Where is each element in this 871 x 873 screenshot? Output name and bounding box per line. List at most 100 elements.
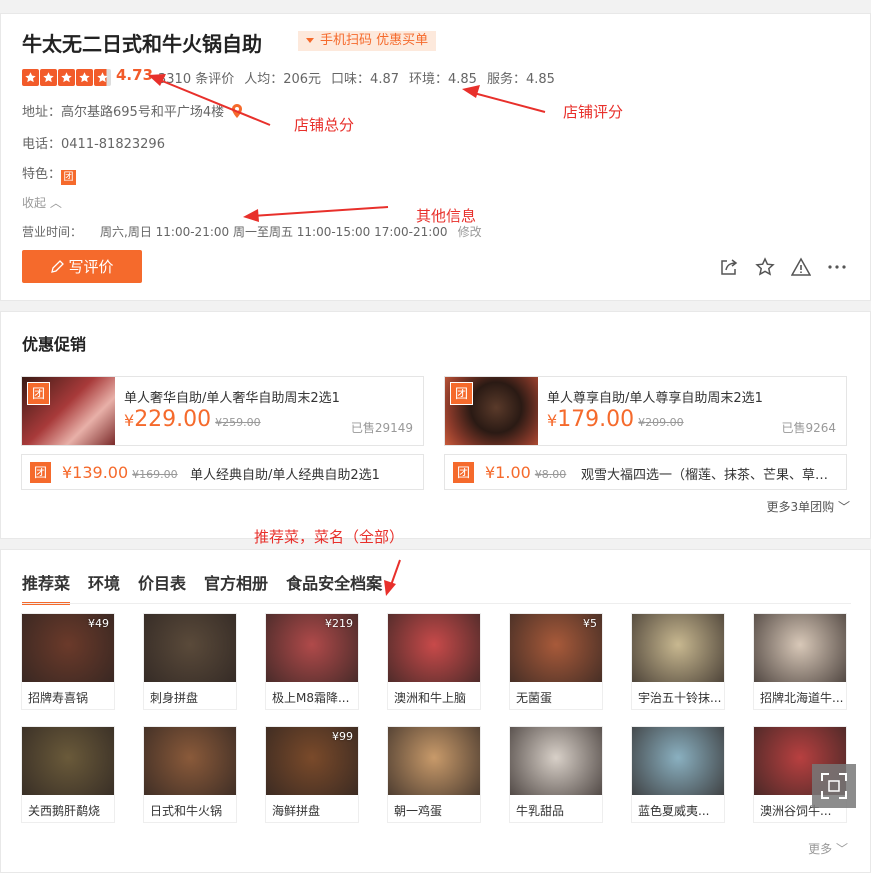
warning-report-icon[interactable] xyxy=(791,257,811,277)
dish-image xyxy=(510,727,602,795)
dish-name: 招牌寿喜锅 xyxy=(28,691,89,705)
star-favorite-icon[interactable] xyxy=(755,257,775,277)
dish-image xyxy=(388,727,480,795)
dish-item[interactable]: 牛乳甜品 xyxy=(509,726,603,823)
deal-price-value: 229.00 xyxy=(134,407,212,432)
more-dishes-label: 更多 xyxy=(808,842,833,856)
dish-item[interactable]: 朝一鸡蛋 xyxy=(387,726,481,823)
annotation-other-info: 其他信息 xyxy=(416,207,477,225)
deal-currency: ¥ xyxy=(124,411,135,430)
taste-score: 口味：4.87 xyxy=(331,72,399,87)
dish-name: 澳洲和牛上脑 xyxy=(394,691,467,705)
star-icon xyxy=(40,69,57,86)
deal-row[interactable]: 团 ¥139.00 ¥169.00 单人经典自助/单人经典自助2选1 xyxy=(21,454,424,490)
dish-image xyxy=(754,614,846,682)
chevron-up-icon: ︿ xyxy=(49,196,62,210)
tab-divider xyxy=(22,603,851,604)
group-buy-badge: 团 xyxy=(61,170,77,185)
dish-item[interactable]: 招牌北海道牛... xyxy=(753,613,847,710)
deal-price: ¥1.00 ¥8.00 xyxy=(485,463,566,482)
annotation-dish-note: 推荐菜，菜名（全部） xyxy=(254,528,405,546)
star-icon xyxy=(58,69,75,86)
address-label: 地址： xyxy=(22,105,62,120)
dish-item[interactable]: ¥99 海鲜拼盘 xyxy=(265,726,359,823)
feature-line: 特色：团 xyxy=(22,163,77,185)
shop-name: 牛太无二日式和牛火锅自助 xyxy=(22,32,262,56)
dish-image xyxy=(632,727,724,795)
group-buy-badge: 团 xyxy=(450,382,473,405)
chevron-down-icon: ﹀ xyxy=(837,500,850,514)
address-value: 高尔基路695号和平广场4楼 xyxy=(61,105,225,120)
deal-sold-count: 已售9264 xyxy=(781,421,836,435)
deal-name: 单人奢华自助/单人奢华自助周末2选1 xyxy=(124,391,340,406)
phone-value: 0411-81823296 xyxy=(61,137,165,152)
caret-down-icon xyxy=(306,38,314,43)
dish-item[interactable]: 宇治五十铃抹... xyxy=(631,613,725,710)
dish-price: ¥99 xyxy=(332,730,353,743)
dish-name: 招牌北海道牛... xyxy=(760,691,844,705)
deal-original-price: ¥8.00 xyxy=(534,468,567,481)
deal-price: ¥179.00 ¥209.00 xyxy=(547,407,684,432)
dish-item[interactable]: 日式和牛火锅 xyxy=(143,726,237,823)
business-hours: 营业时间： 周六,周日 11:00-21:00 周一至周五 11:00-15:00… xyxy=(22,223,482,240)
dish-item[interactable]: ¥49 招牌寿喜锅 xyxy=(21,613,115,710)
tab-recommended[interactable]: 推荐菜 xyxy=(22,570,71,605)
tab-official-album[interactable]: 官方相册 xyxy=(204,570,268,604)
scan-pay-badge[interactable]: 手机扫码 优惠买单 xyxy=(298,31,437,51)
deal-price: ¥229.00 ¥259.00 xyxy=(124,407,261,432)
star-icon xyxy=(22,69,39,86)
dish-price: ¥5 xyxy=(583,617,597,630)
hours-label: 营业时间： xyxy=(22,225,83,239)
scan-badge-label: 手机扫码 优惠买单 xyxy=(320,33,429,48)
dish-item[interactable]: 蓝色夏威夷... xyxy=(631,726,725,823)
promotions-title: 优惠促销 xyxy=(22,335,87,354)
dish-image xyxy=(388,614,480,682)
shop-info-card: 牛太无二日式和牛火锅自助 手机扫码 优惠买单 4.73 3310 条评价 人均：… xyxy=(0,13,871,301)
more-dots-icon[interactable] xyxy=(827,257,847,277)
dish-image xyxy=(144,614,236,682)
edit-hours-link[interactable]: 修改 xyxy=(458,225,482,239)
promotions-card: 优惠促销 团 单人奢华自助/单人奢华自助周末2选1 ¥229.00 ¥259.00… xyxy=(0,311,871,539)
deal-price: ¥139.00 ¥169.00 xyxy=(62,463,178,482)
star-icon xyxy=(76,69,93,86)
phone-line: 电话：0411-81823296 xyxy=(22,133,165,152)
dish-item[interactable]: 关西鹅肝鹬烧 xyxy=(21,726,115,823)
collapse-label: 收起 xyxy=(22,196,47,210)
shop-actions xyxy=(719,257,847,277)
more-deals-link[interactable]: 更多3单团购 ﹀ xyxy=(767,498,850,515)
deal-card[interactable]: 团 单人尊享自助/单人尊享自助周末2选1 ¥179.00 ¥209.00 已售92… xyxy=(444,376,847,446)
more-dishes-link[interactable]: 更多 ﹀ xyxy=(808,840,848,857)
dish-item[interactable]: 澳洲和牛上脑 xyxy=(387,613,481,710)
dish-tabs: 推荐菜 环境 价目表 官方相册 食品安全档案 xyxy=(22,570,382,605)
dish-item[interactable]: ¥219 极上M8霜降... xyxy=(265,613,359,710)
dish-item[interactable]: ¥5 无菌蛋 xyxy=(509,613,603,710)
deal-sold-count: 已售29149 xyxy=(350,421,413,435)
deal-original-price: ¥169.00 xyxy=(132,468,178,481)
deal-price-value: ¥139.00 xyxy=(62,463,129,482)
dish-name: 日式和牛火锅 xyxy=(150,804,223,818)
dish-name: 宇治五十铃抹... xyxy=(638,691,722,705)
avg-price: 人均：206元 xyxy=(244,72,322,87)
service-score: 服务：4.85 xyxy=(486,72,555,87)
write-review-label: 写评价 xyxy=(68,259,114,276)
deal-row[interactable]: 团 ¥1.00 ¥8.00 观雪大福四选一（榴莲、抹茶、芒果、草莓） xyxy=(444,454,847,490)
deal-original-price: ¥259.00 xyxy=(215,416,261,429)
deal-name: 单人经典自助/单人经典自助2选1 xyxy=(190,468,380,483)
shop-stats: 3310 条评价 人均：206元 口味：4.87 环境：4.85 服务：4.85 xyxy=(158,68,555,87)
environment-score: 环境：4.85 xyxy=(409,72,477,87)
deal-currency: ¥ xyxy=(547,411,558,430)
deal-original-price: ¥209.00 xyxy=(638,416,684,429)
collapse-toggle[interactable]: 收起 ︿ xyxy=(22,194,62,211)
map-pin-icon[interactable] xyxy=(232,104,243,118)
share-icon[interactable] xyxy=(719,257,739,277)
tab-price-list[interactable]: 价目表 xyxy=(138,570,186,604)
tab-food-safety[interactable]: 食品安全档案 xyxy=(286,570,382,604)
write-review-button[interactable]: 写评价 xyxy=(22,250,142,283)
dish-item[interactable]: 刺身拼盘 xyxy=(143,613,237,710)
deal-card[interactable]: 团 单人奢华自助/单人奢华自助周末2选1 ¥229.00 ¥259.00 已售29… xyxy=(21,376,424,446)
review-count[interactable]: 3310 条评价 xyxy=(158,68,234,87)
deal-name: 单人尊享自助/单人尊享自助周末2选1 xyxy=(547,391,763,406)
star-icon xyxy=(94,69,111,86)
qr-code-icon[interactable] xyxy=(812,764,856,808)
tab-environment[interactable]: 环境 xyxy=(88,570,120,604)
